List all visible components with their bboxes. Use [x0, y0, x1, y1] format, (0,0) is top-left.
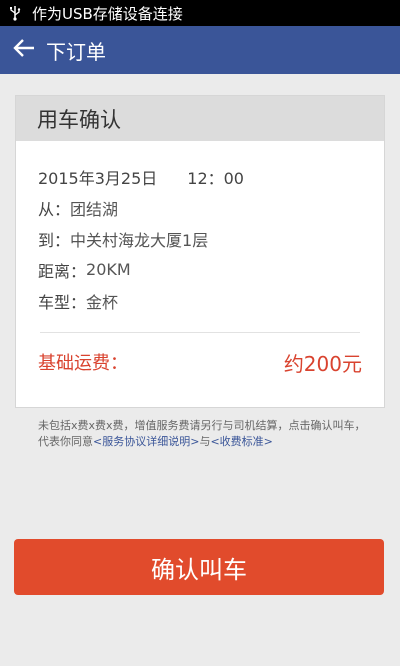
fee-label: 基础运费： — [38, 353, 128, 374]
notice-line2: 代表你同意<服务协议详细说明>与<收费标准> — [38, 434, 373, 450]
from-value: 团结湖 — [70, 199, 119, 219]
order-time: 12：00 — [187, 168, 244, 188]
card-title: 用车确认 — [16, 96, 384, 141]
app-header: 下订单 — [0, 26, 400, 74]
confirm-call-car-button[interactable]: 确认叫车 — [14, 539, 384, 595]
page-title: 下订单 — [46, 39, 106, 64]
notice-line1: 未包括x费x费x费，增值服务费请另行与司机结算，点击确认叫车， — [38, 419, 366, 432]
notice-conj: 与 — [199, 435, 211, 448]
fee-value: 约200元 — [283, 351, 362, 376]
order-date: 2015年3月25日 — [38, 168, 158, 188]
terms-notice: 未包括x费x费x费，增值服务费请另行与司机结算，点击确认叫车， 代表你同意<服务… — [38, 418, 373, 450]
from-row: 从： 团结湖 — [38, 192, 362, 223]
usb-icon — [0, 5, 30, 21]
to-label: 到： — [38, 230, 71, 250]
car-type-row: 车型： 金杯 — [38, 285, 362, 316]
datetime-row: 2015年3月25日 12：00 — [38, 161, 362, 192]
distance-row: 距离： 20KM — [38, 254, 362, 285]
notice-prefix: 代表你同意 — [38, 435, 93, 448]
car-type-value: 金杯 — [86, 292, 119, 312]
service-agreement-link[interactable]: <服务协议详细说明> — [93, 435, 199, 448]
status-bar: 作为USB存储设备连接 — [0, 0, 400, 26]
status-message: 作为USB存储设备连接 — [32, 4, 183, 23]
to-value: 中关村海龙大厦1层 — [70, 230, 209, 250]
fee-row: 基础运费： 约200元 — [38, 333, 362, 389]
car-type-label: 车型： — [38, 292, 87, 312]
to-row: 到： 中关村海龙大厦1层 — [38, 223, 362, 254]
fee-standard-link[interactable]: <收费标准> — [210, 435, 272, 448]
distance-value: 20KM — [86, 260, 131, 279]
order-confirm-card: 用车确认 2015年3月25日 12：00 从： 团结湖 到： 中关村海龙大厦1… — [15, 95, 385, 408]
distance-label: 距离： — [38, 261, 87, 281]
arrow-left-icon — [13, 38, 35, 62]
back-button[interactable] — [2, 26, 46, 74]
from-label: 从： — [38, 199, 71, 219]
